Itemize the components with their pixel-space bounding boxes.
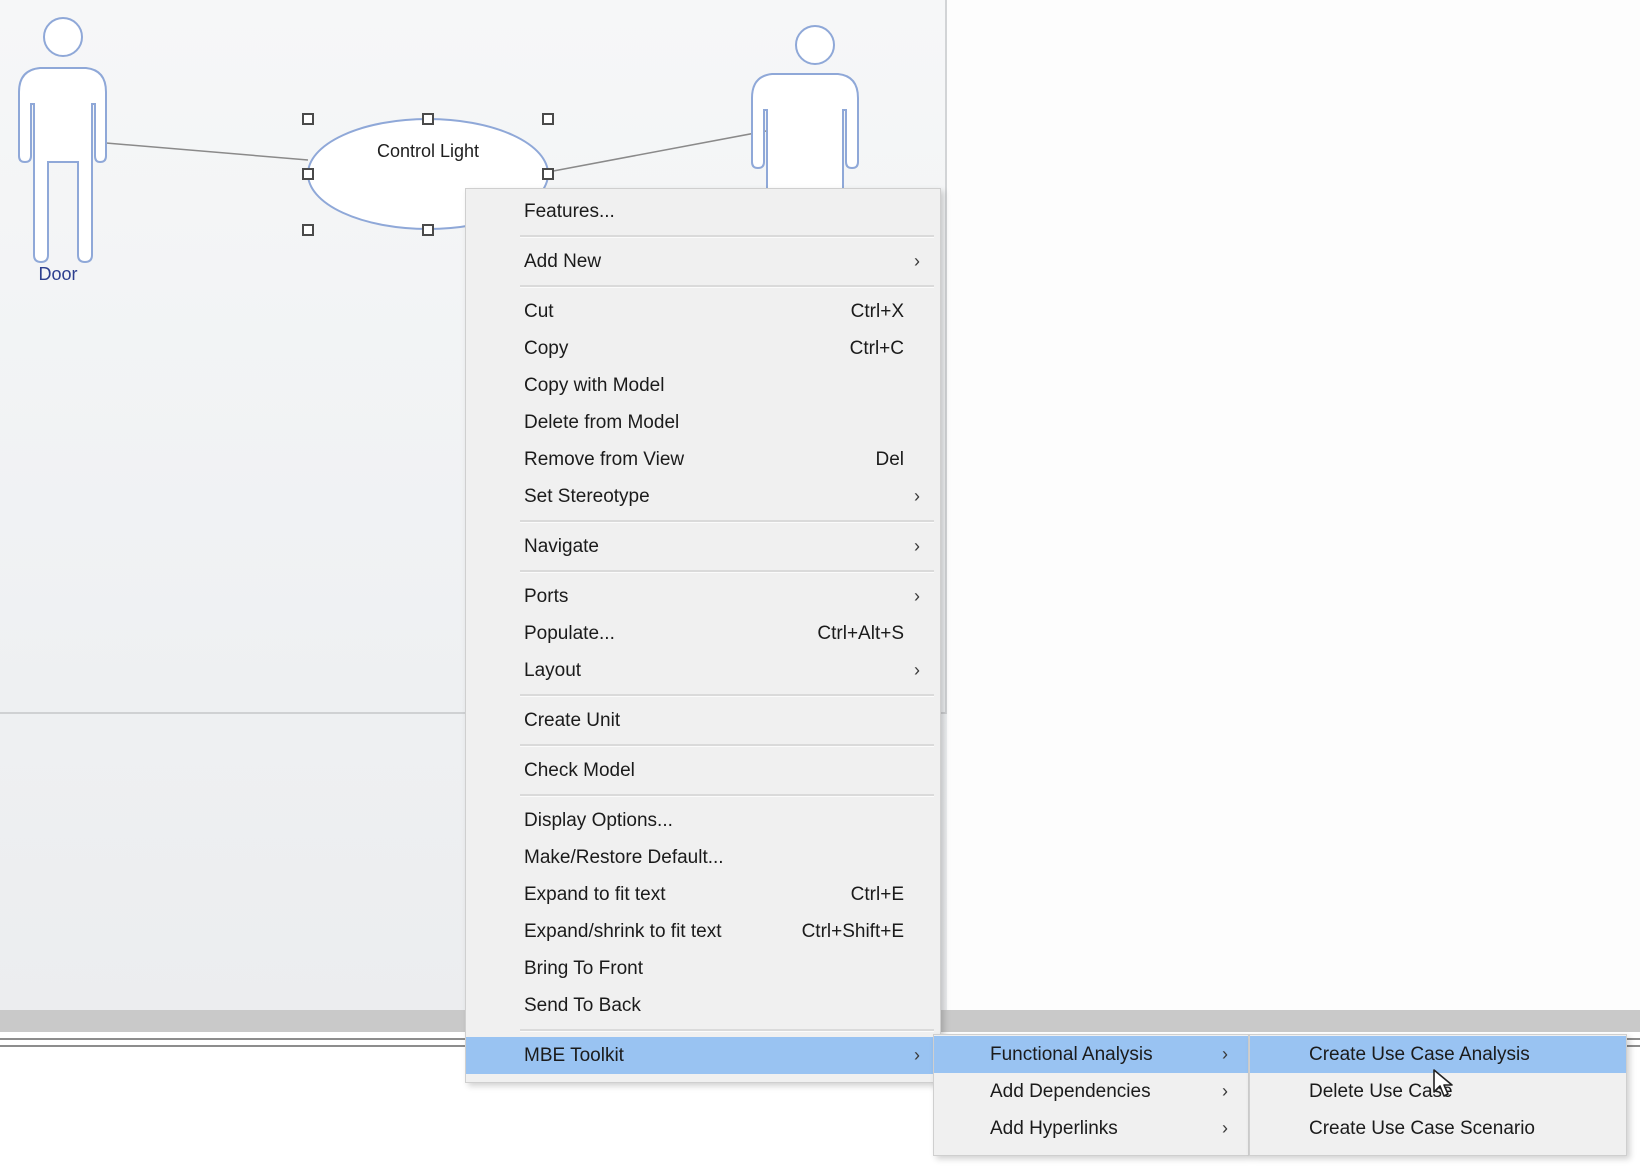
menu-item-create-use-case-scenario[interactable]: Create Use Case Scenario	[1250, 1110, 1626, 1147]
menu-item-remove-from-view[interactable]: Remove from View Del	[466, 441, 940, 478]
menu-item-check-model[interactable]: Check Model	[466, 752, 940, 789]
menu-item-features[interactable]: Features...	[466, 193, 940, 230]
menu-separator	[520, 794, 934, 797]
menu-item-delete-from-model[interactable]: Delete from Model	[466, 404, 940, 441]
use-case-label: Control Light	[377, 141, 479, 161]
actor-door[interactable]	[18, 17, 107, 264]
lower-panel-right	[947, 714, 1640, 1010]
menu-separator	[520, 285, 934, 288]
submenu-mbe-toolkit: Functional Analysis › Add Dependencies › A…	[933, 1034, 1249, 1156]
chevron-right-icon: ›	[914, 251, 920, 271]
menu-item-cut[interactable]: Cut Ctrl+X	[466, 293, 940, 330]
menu-item-display-options[interactable]: Display Options...	[466, 802, 940, 839]
shortcut-label: Ctrl+E	[850, 884, 904, 905]
menu-item-ports[interactable]: Ports ›	[466, 578, 940, 615]
chevron-right-icon: ›	[914, 586, 920, 606]
chevron-right-icon: ›	[1222, 1044, 1228, 1064]
menu-item-add-hyperlinks[interactable]: Add Hyperlinks ›	[934, 1110, 1248, 1147]
shortcut-label: Del	[875, 449, 904, 470]
menu-item-bring-to-front[interactable]: Bring To Front	[466, 950, 940, 987]
menu-item-navigate[interactable]: Navigate ›	[466, 528, 940, 565]
menu-separator	[520, 235, 934, 238]
association-line[interactable]	[547, 130, 767, 173]
menu-separator	[520, 570, 934, 573]
menu-item-expand-to-fit-text[interactable]: Expand to fit text Ctrl+E	[466, 876, 940, 913]
chevron-right-icon: ›	[914, 536, 920, 556]
shortcut-label: Ctrl+Shift+E	[801, 921, 904, 942]
menu-item-send-to-back[interactable]: Send To Back	[466, 987, 940, 1024]
menu-item-make-restore-default[interactable]: Make/Restore Default...	[466, 839, 940, 876]
chevron-right-icon: ›	[914, 660, 920, 680]
menu-item-mbe-toolkit[interactable]: MBE Toolkit ›	[466, 1037, 940, 1074]
chevron-right-icon: ›	[1222, 1081, 1228, 1101]
shortcut-label: Ctrl+C	[849, 338, 904, 359]
menu-item-functional-analysis[interactable]: Functional Analysis ›	[934, 1036, 1248, 1073]
chevron-right-icon: ›	[1222, 1118, 1228, 1138]
menu-item-add-new[interactable]: Add New ›	[466, 243, 940, 280]
association-line[interactable]	[105, 142, 309, 161]
menu-item-populate[interactable]: Populate... Ctrl+Alt+S	[466, 615, 940, 652]
menu-separator	[520, 744, 934, 747]
menu-item-copy-with-model[interactable]: Copy with Model	[466, 367, 940, 404]
menu-separator	[520, 520, 934, 523]
chevron-right-icon: ›	[914, 486, 920, 506]
menu-item-create-unit[interactable]: Create Unit	[466, 702, 940, 739]
menu-item-expand-shrink-to-fit-text[interactable]: Expand/shrink to fit text Ctrl+Shift+E	[466, 913, 940, 950]
context-menu: Features... Add New › Cut Ctrl+X Copy Ctrl+…	[465, 188, 941, 1083]
menu-item-copy[interactable]: Copy Ctrl+C	[466, 330, 940, 367]
shortcut-label: Ctrl+X	[850, 301, 904, 322]
menu-item-add-dependencies[interactable]: Add Dependencies ›	[934, 1073, 1248, 1110]
shortcut-label: Ctrl+Alt+S	[817, 623, 904, 644]
menu-separator	[520, 694, 934, 697]
actor-label: Door	[38, 264, 77, 284]
chevron-right-icon: ›	[914, 1045, 920, 1065]
mouse-cursor-icon	[1433, 1069, 1453, 1097]
menu-item-layout[interactable]: Layout ›	[466, 652, 940, 689]
menu-separator	[520, 1029, 934, 1032]
menu-item-set-stereotype[interactable]: Set Stereotype ›	[466, 478, 940, 515]
